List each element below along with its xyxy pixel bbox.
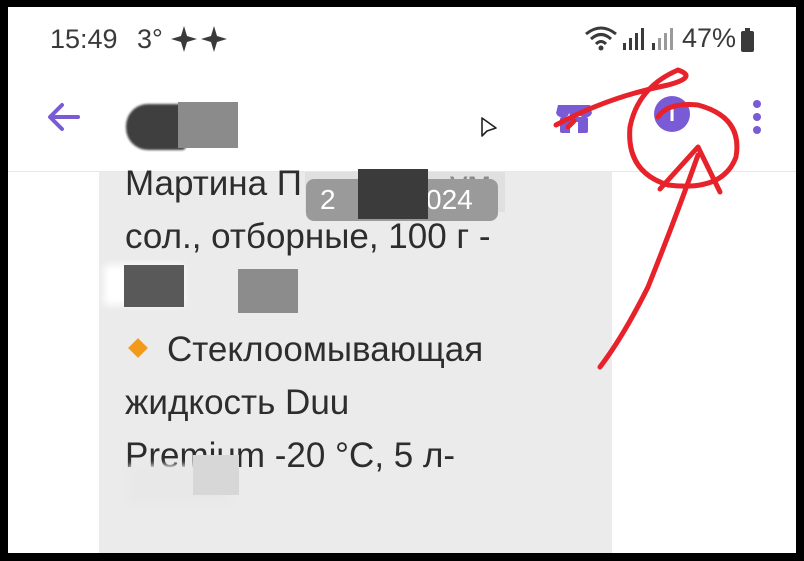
clock: 15:49 xyxy=(50,24,118,54)
date-chip-left: 2 xyxy=(320,184,336,215)
date-chip-right: 024 xyxy=(426,184,473,215)
info-button[interactable]: i xyxy=(654,96,690,132)
battery-percent: 47% xyxy=(682,23,737,53)
message-line: сол., отборные, 100 г - xyxy=(125,217,491,256)
store-icon[interactable] xyxy=(554,97,594,137)
sparkle-icon xyxy=(171,26,227,52)
phone-screen: 15:49 3° 47% i Мартина П сол., отборные,… xyxy=(8,7,796,553)
signal-icon xyxy=(652,28,673,50)
redaction xyxy=(358,169,428,219)
arrow-left-icon[interactable] xyxy=(44,97,84,137)
battery-icon xyxy=(741,28,754,52)
wifi-icon xyxy=(585,26,617,51)
contact-name-redacted[interactable] xyxy=(126,102,238,152)
redaction xyxy=(238,269,298,313)
redaction xyxy=(193,455,239,495)
signal-icon xyxy=(623,28,644,50)
status-bar: 15:49 3° 47% xyxy=(8,7,796,65)
bullet-icon xyxy=(128,338,148,359)
cursor-icon xyxy=(481,117,497,137)
more-vertical-icon[interactable] xyxy=(750,97,764,137)
message-line: Мартина П xyxy=(125,164,302,203)
message-line: Стеклоомывающая xyxy=(167,330,484,369)
message-line: жидкость Duu xyxy=(125,383,350,422)
redaction xyxy=(124,265,184,307)
temperature: 3° xyxy=(137,24,163,54)
